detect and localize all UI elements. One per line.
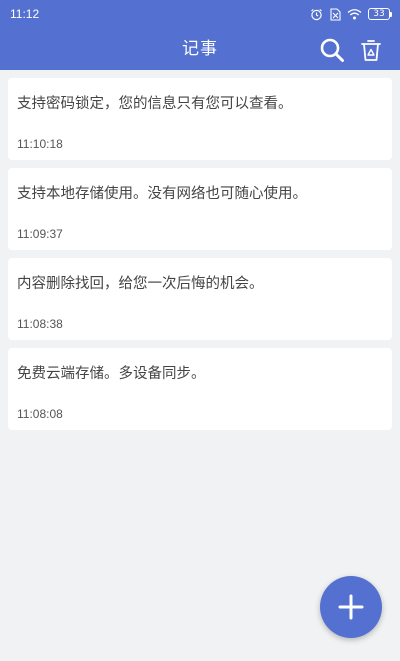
note-text: 支持本地存储使用。没有网络也可随心使用。 — [17, 186, 307, 202]
app-bar: 记事 — [0, 28, 400, 70]
search-button[interactable] — [318, 36, 346, 64]
note-list: 支持密码锁定，您的信息只有您可以查看。 11:10:18 支持本地存储使用。没有… — [8, 78, 392, 438]
note-time: 11:08:38 — [17, 317, 63, 331]
note-text: 支持密码锁定，您的信息只有您可以查看。 — [17, 96, 293, 112]
search-icon — [320, 38, 344, 62]
add-note-button[interactable] — [320, 576, 382, 638]
note-card[interactable]: 免费云端存储。多设备同步。 11:08:08 — [8, 348, 392, 430]
note-text: 免费云端存储。多设备同步。 — [17, 366, 206, 382]
no-sim-icon — [329, 7, 341, 21]
note-card[interactable]: 支持本地存储使用。没有网络也可随心使用。 11:09:37 — [8, 168, 392, 250]
note-card[interactable]: 内容删除找回，给您一次后悔的机会。 11:08:38 — [8, 258, 392, 340]
status-bar: 11:12 33 — [0, 0, 400, 28]
alarm-icon — [310, 8, 323, 21]
note-text: 内容删除找回，给您一次后悔的机会。 — [17, 276, 264, 292]
note-card[interactable]: 支持密码锁定，您的信息只有您可以查看。 11:10:18 — [8, 78, 392, 160]
recycle-bin-button[interactable] — [357, 36, 385, 64]
status-icons: 33 — [310, 7, 392, 21]
note-time: 11:08:08 — [17, 407, 63, 421]
recycle-bin-icon — [361, 40, 381, 61]
status-time: 11:12 — [10, 7, 40, 21]
battery-icon: 33 — [368, 8, 392, 20]
wifi-icon — [347, 8, 362, 20]
plus-icon — [338, 594, 364, 620]
note-time: 11:09:37 — [17, 227, 63, 241]
note-time: 11:10:18 — [17, 137, 63, 151]
